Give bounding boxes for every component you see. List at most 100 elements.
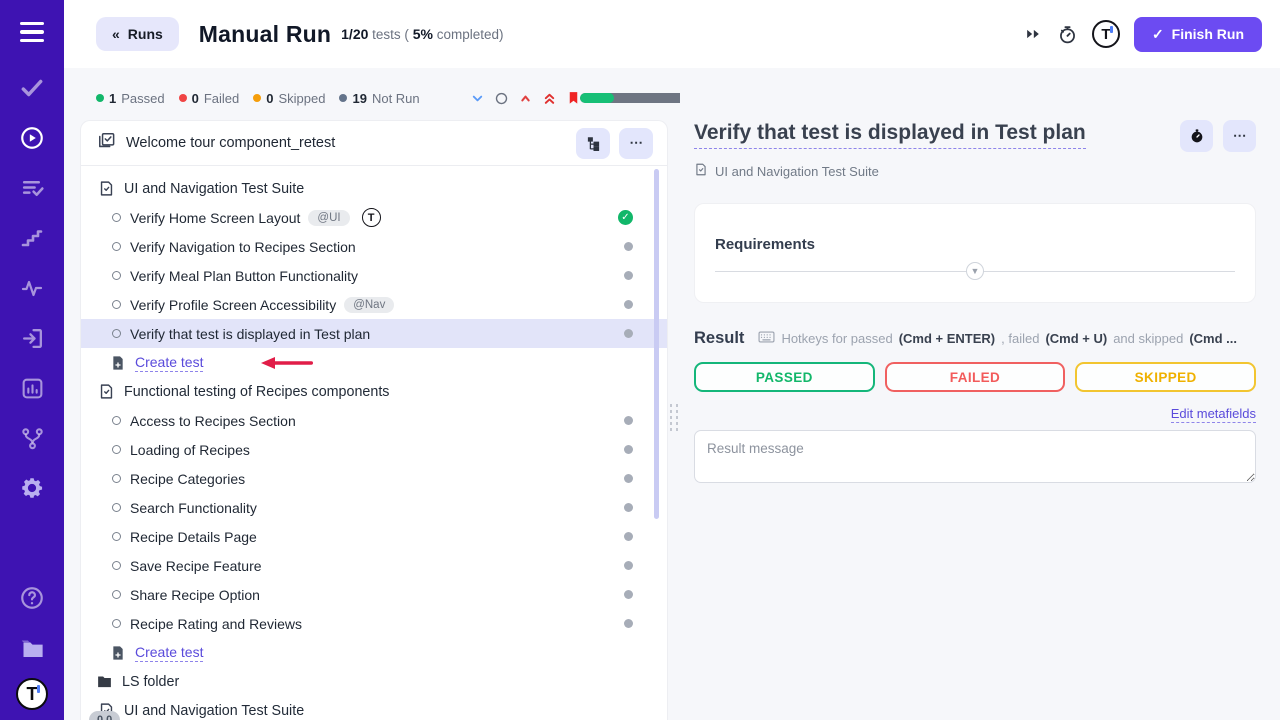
row-label[interactable]: Create test xyxy=(135,644,203,662)
menu-icon[interactable] xyxy=(12,12,52,52)
test-detail-panel: Verify that test is displayed in Test pl… xyxy=(680,68,1280,720)
requirements-card: Requirements ▼ xyxy=(694,203,1256,303)
create-test-row[interactable]: Create test xyxy=(81,638,667,667)
edit-metafields-link[interactable]: Edit metafields xyxy=(1171,406,1256,423)
result-buttons: PASSED FAILED SKIPPED xyxy=(694,362,1256,392)
test-row[interactable]: Verify that test is displayed in Test pl… xyxy=(81,319,667,348)
test-row[interactable]: Loading of Recipes xyxy=(81,435,667,464)
create-icon xyxy=(110,355,126,371)
gear-icon[interactable] xyxy=(12,468,52,508)
import-icon[interactable] xyxy=(12,318,52,358)
test-row[interactable]: Recipe Details Page xyxy=(81,522,667,551)
breadcrumb-label: UI and Navigation Test Suite xyxy=(715,164,879,179)
suite-file-icon xyxy=(694,162,708,180)
bookmark-icon[interactable] xyxy=(566,90,581,106)
folder-row[interactable]: LS folder xyxy=(81,667,667,696)
list-check-icon[interactable] xyxy=(12,168,52,208)
finish-run-button[interactable]: ✓ Finish Run xyxy=(1134,17,1262,52)
suite-icon xyxy=(98,180,115,197)
bar-chart-icon[interactable] xyxy=(12,368,52,408)
chevron-down-icon[interactable] xyxy=(470,91,485,106)
test-row[interactable]: Verify Navigation to Recipes Section xyxy=(81,232,667,261)
status-dot-icon xyxy=(96,94,104,102)
test-status-ring-icon xyxy=(112,271,121,280)
test-row[interactable]: Verify Home Screen Layout@UIT✓ xyxy=(81,203,667,232)
status-notrun-icon xyxy=(624,561,633,570)
status-notrun-icon xyxy=(624,300,633,309)
panel-resize-handle[interactable] xyxy=(668,120,680,720)
status-notrun-icon xyxy=(624,271,633,280)
test-row[interactable]: Recipe Categories xyxy=(81,464,667,493)
test-status-ring-icon xyxy=(112,532,121,541)
status-dot-icon xyxy=(179,94,187,102)
test-row[interactable]: Verify Profile Screen Accessibility@Nav xyxy=(81,290,667,319)
result-skipped-button[interactable]: SKIPPED xyxy=(1075,362,1256,392)
row-label: Recipe Categories xyxy=(130,471,245,487)
folder-icon[interactable] xyxy=(12,628,52,668)
hotkeys-sep2: and skipped xyxy=(1113,331,1183,346)
test-status-ring-icon xyxy=(112,329,121,338)
back-to-runs-button[interactable]: « Runs xyxy=(96,17,179,51)
status-notrun-icon xyxy=(624,532,633,541)
status-notrun-icon xyxy=(624,619,633,628)
hotkey-passed: (Cmd + ENTER) xyxy=(899,331,995,346)
row-label: Verify Meal Plan Button Functionality xyxy=(130,268,358,284)
result-failed-button[interactable]: FAILED xyxy=(885,362,1066,392)
stopwatch-icon[interactable] xyxy=(1057,24,1078,45)
activity-icon[interactable] xyxy=(12,268,52,308)
top-header: « Runs Manual Run 1/20 tests ( 5% comple… xyxy=(64,0,1280,68)
tree-scrollbar[interactable] xyxy=(654,169,659,519)
count-not-run: 19Not Run xyxy=(339,91,419,106)
overlay-badge: 0.0 xyxy=(89,711,120,720)
testomat-badge-icon[interactable]: T xyxy=(1092,20,1120,48)
expand-requirements-icon[interactable]: ▼ xyxy=(966,262,984,280)
check-icon: ✓ xyxy=(1152,26,1164,43)
test-row[interactable]: Access to Recipes Section xyxy=(81,406,667,435)
test-row[interactable]: Recipe Rating and Reviews xyxy=(81,609,667,638)
sidebar-bottom: T xyxy=(12,578,52,720)
circle-icon[interactable] xyxy=(494,91,509,106)
help-icon[interactable] xyxy=(12,578,52,618)
suite-row[interactable]: Functional testing of Recipes components xyxy=(81,377,667,406)
breadcrumb[interactable]: UI and Navigation Test Suite xyxy=(694,162,1256,180)
row-label: Access to Recipes Section xyxy=(130,413,296,429)
create-test-row[interactable]: Create test xyxy=(81,348,667,377)
chevrons-up-icon[interactable] xyxy=(542,91,557,106)
steps-icon[interactable] xyxy=(12,218,52,258)
testomat-logo[interactable]: T xyxy=(16,678,48,710)
result-passed-button[interactable]: PASSED xyxy=(694,362,875,392)
play-circle-icon[interactable] xyxy=(12,118,52,158)
test-row[interactable]: Verify Meal Plan Button Functionality xyxy=(81,261,667,290)
branch-icon[interactable] xyxy=(12,418,52,458)
test-more-icon[interactable]: ⋯ xyxy=(1223,120,1256,152)
suite-row[interactable]: UI and Navigation Test Suite xyxy=(81,174,667,203)
test-status-ring-icon xyxy=(112,590,121,599)
test-tree-panel: Welcome tour component_retest ⋯ UI and N… xyxy=(80,120,668,720)
row-label[interactable]: Create test xyxy=(135,354,203,372)
test-status-ring-icon xyxy=(112,445,121,454)
row-label: Share Recipe Option xyxy=(130,587,260,603)
result-message-input[interactable] xyxy=(694,430,1256,483)
test-status-ring-icon xyxy=(112,242,121,251)
hotkeys-hint: Hotkeys for passed (Cmd + ENTER) , faile… xyxy=(758,330,1237,347)
chevron-up-icon[interactable] xyxy=(518,91,533,106)
test-row[interactable]: Search Functionality xyxy=(81,493,667,522)
run-progress-summary: 1/20 tests ( 5% completed) xyxy=(341,26,503,42)
row-label: Recipe Details Page xyxy=(130,529,257,545)
row-label: Search Functionality xyxy=(130,500,257,516)
row-label: LS folder xyxy=(122,674,179,690)
timer-icon[interactable] xyxy=(1180,120,1213,152)
test-title[interactable]: Verify that test is displayed in Test pl… xyxy=(694,120,1086,149)
test-row[interactable]: Share Recipe Option xyxy=(81,580,667,609)
fast-forward-icon[interactable] xyxy=(1023,24,1043,44)
tree-more-icon[interactable]: ⋯ xyxy=(619,128,653,159)
row-label: UI and Navigation Test Suite xyxy=(124,181,304,197)
test-row[interactable]: Save Recipe Feature xyxy=(81,551,667,580)
tests-ratio: 1/20 xyxy=(341,26,368,42)
suite-row[interactable]: UI and Navigation Test Suite xyxy=(81,696,667,720)
sidebar-nav xyxy=(12,68,52,508)
tree-view-icon[interactable] xyxy=(576,128,610,159)
hotkeys-prefix: Hotkeys for passed xyxy=(781,331,892,346)
check-icon[interactable] xyxy=(12,68,52,108)
back-to-runs-label: Runs xyxy=(128,26,163,42)
